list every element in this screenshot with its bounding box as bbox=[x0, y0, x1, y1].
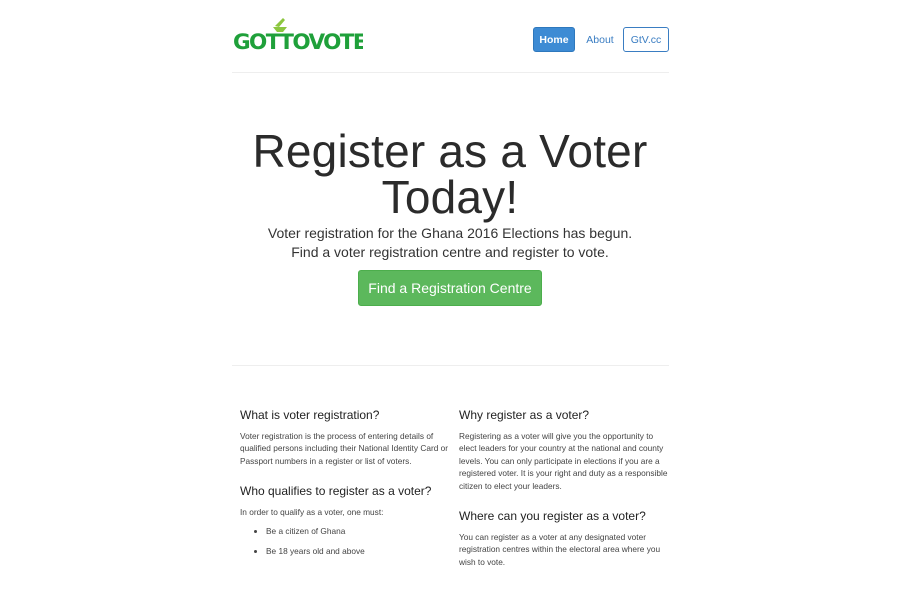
hero-title: Register as a Voter Today! bbox=[252, 125, 648, 223]
hero-lead: Voter registration for the Ghana 2016 El… bbox=[267, 225, 633, 260]
what-is-registration-text: Voter registration is the process of ent… bbox=[240, 431, 449, 466]
find-registration-centre-button[interactable]: Find a Registration Centre bbox=[358, 270, 542, 306]
where-register-text: You can register as a voter at any desig… bbox=[459, 532, 661, 567]
header-divider bbox=[232, 72, 669, 73]
info-column-left: What is voter registration? Voter regist… bbox=[240, 408, 450, 565]
who-qualifies-heading: Who qualifies to register as a voter? bbox=[240, 484, 432, 499]
hero-divider bbox=[232, 365, 669, 366]
who-qualifies-text: In order to qualify as a voter, one must… bbox=[240, 507, 384, 518]
logo-text: GOTTOVOTE bbox=[233, 30, 363, 54]
why-register-text: Registering as a voter will give you the… bbox=[459, 431, 668, 491]
logo-graphic: GOTTOVOTE bbox=[233, 18, 363, 54]
list-item: Be 18 years old and above bbox=[266, 545, 450, 557]
qualification-list: Be a citizen of Ghana Be 18 years old an… bbox=[240, 525, 450, 558]
nav-gtv-button[interactable]: GtV.cc bbox=[623, 27, 669, 52]
info-column-right: Why register as a voter? Registering as … bbox=[459, 408, 669, 568]
why-register-heading: Why register as a voter? bbox=[459, 408, 590, 422]
nav-home-button[interactable]: Home bbox=[533, 27, 575, 52]
nav-about-link[interactable]: About bbox=[578, 27, 622, 52]
list-item: Be a citizen of Ghana bbox=[266, 525, 450, 537]
gottovote-logo[interactable]: GOTTOVOTE bbox=[233, 18, 363, 54]
what-is-registration-heading: What is voter registration? bbox=[240, 408, 380, 422]
where-register-heading: Where can you register as a voter? bbox=[459, 509, 646, 524]
top-nav: Home About GtV.cc bbox=[533, 27, 669, 52]
